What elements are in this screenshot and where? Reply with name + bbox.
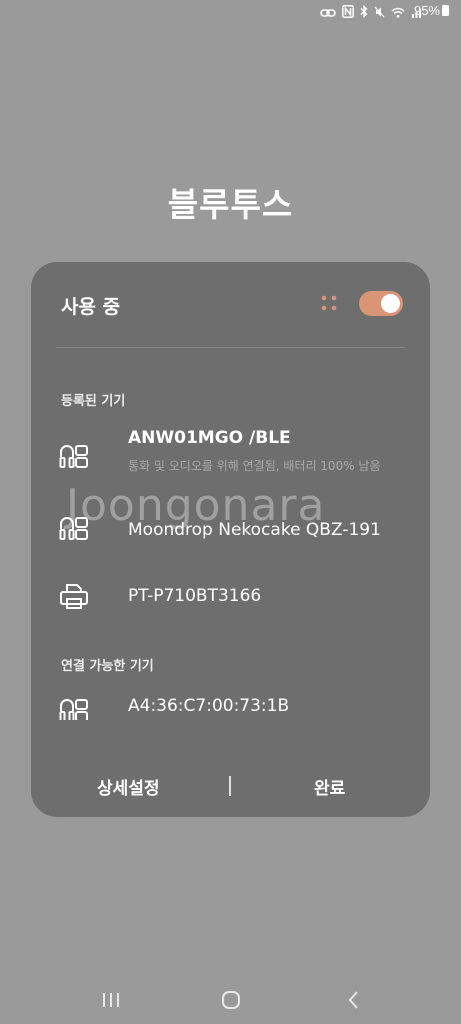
status-icons [320, 4, 423, 20]
available-device-1[interactable]: A4:36:C7:00:73:1B [31, 692, 430, 728]
toggle-knob [381, 294, 400, 313]
device-name: A4:36:C7:00:73:1B [128, 696, 290, 716]
watermark: Joongonara [66, 480, 326, 531]
headset-icon [59, 698, 89, 720]
home-icon[interactable] [219, 988, 243, 1012]
page-title: 블루투스 [167, 185, 294, 224]
divider [56, 347, 405, 348]
printer-icon [59, 582, 89, 612]
usage-label: 사용 중 [61, 296, 121, 318]
bluetooth-icon [360, 3, 368, 22]
status-bar: 95% [0, 0, 461, 26]
registered-section-label: 등록된 기기 [61, 394, 126, 409]
usage-row[interactable]: 사용 중 [31, 284, 430, 324]
button-separator [229, 776, 231, 796]
icon-clip [59, 698, 89, 720]
battery-percent: 95% [413, 3, 440, 18]
recent-apps-icon[interactable] [99, 988, 123, 1012]
registered-device-3[interactable]: PT-P710BT3166 [31, 580, 430, 616]
mute-icon [374, 3, 385, 22]
battery-indicator: 95% [414, 3, 449, 18]
nfc-icon [342, 3, 354, 22]
wifi-icon [391, 3, 405, 22]
device-name: ANW01MGO /BLE [128, 428, 291, 448]
headset-icon [59, 444, 89, 474]
device-name: PT-P710BT3166 [128, 586, 262, 606]
bluetooth-toggle[interactable] [359, 291, 403, 316]
done-button[interactable]: 완료 [314, 774, 345, 799]
back-icon[interactable] [342, 988, 366, 1012]
bluetooth-dialog: 사용 중 등록된 기기 ANW01MGO /BLE 통화 및 오디오를 위해 연… [31, 262, 430, 817]
available-section-label: 연결 가능한 기기 [61, 659, 154, 674]
battery-icon [442, 5, 449, 16]
device-status: 통화 및 오디오를 위해 연결됨, 배터리 100% 남음 [128, 459, 381, 473]
link-icon [320, 3, 336, 22]
scan-dots-icon[interactable] [320, 294, 340, 314]
navigation-bar [0, 980, 461, 1020]
advanced-settings-button[interactable]: 상세설정 [97, 774, 160, 799]
